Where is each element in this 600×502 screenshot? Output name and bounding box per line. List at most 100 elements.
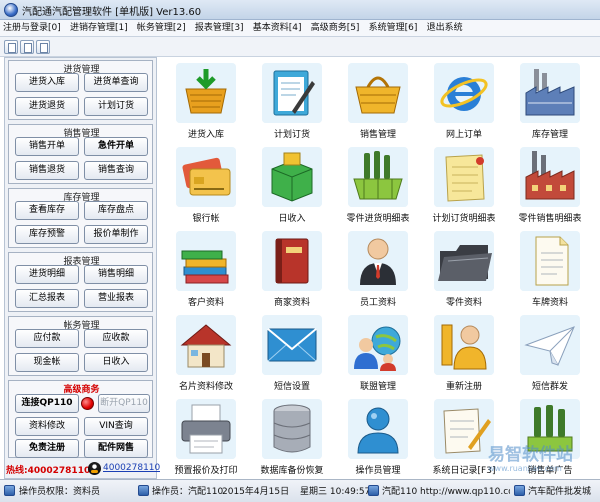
tile-plate-data[interactable]: 车牌资料: [510, 227, 590, 309]
tile-online-order[interactable]: 网上订单: [424, 59, 504, 141]
menu-system[interactable]: 系统管理[6]: [366, 20, 421, 37]
tile-merchant-data[interactable]: 商家资料: [252, 227, 332, 309]
tile-label: 零件资料: [445, 298, 482, 308]
stock-in-button[interactable]: 进货入库: [15, 73, 79, 92]
title-bar: 汽配通汽配管理软件 [单机版] Ver13.60: [0, 0, 600, 20]
sales-query-button[interactable]: 销售查询: [84, 161, 148, 180]
tile-daily-income[interactable]: 日收入: [252, 143, 332, 225]
tile-stock-manage[interactable]: 库存管理: [510, 59, 590, 141]
tile-parts-sales-detail[interactable]: 零件销售明细表: [510, 143, 590, 225]
tile-label: 短信设置: [273, 382, 310, 392]
disconnect-qp110-button[interactable]: 断开QP110: [98, 394, 150, 413]
new-document-icon[interactable]: [4, 40, 18, 54]
status-operator: 操作员：汽配110: [152, 487, 224, 497]
tile-re-register[interactable]: 重新注册: [424, 311, 504, 393]
bottles-crate-icon: [348, 147, 408, 207]
tile-parts-data[interactable]: 零件资料: [424, 227, 504, 309]
sales-detail-button[interactable]: 销售明细: [84, 265, 148, 284]
purchase-return-button[interactable]: 进货退货: [15, 97, 79, 116]
shopping-basket-icon: [348, 63, 408, 123]
tile-label: 计划订货: [273, 130, 310, 140]
menu-basic-data[interactable]: 基本资料[4]: [250, 20, 305, 37]
paper-plane-icon: [520, 315, 580, 375]
qq-penguin-icon[interactable]: [88, 462, 101, 475]
tile-db-backup[interactable]: 数据库备份恢复: [252, 395, 332, 477]
window-title: 汽配通汽配管理软件 [单机版] Ver13.60: [22, 7, 202, 18]
business-report-button[interactable]: 营业报表: [84, 289, 148, 308]
tile-employee-data[interactable]: 员工资料: [338, 227, 418, 309]
sales-order-button[interactable]: 销售开单: [15, 137, 79, 156]
menu-advanced-business[interactable]: 高级商务[5]: [308, 20, 363, 37]
daily-income-button[interactable]: 日收入: [84, 353, 148, 372]
receivables-button[interactable]: 应收款: [84, 329, 148, 348]
tile-operator-manage[interactable]: 操作员管理: [338, 395, 418, 477]
menu-exit[interactable]: 退出系统: [424, 20, 466, 37]
tile-stock-in[interactable]: 进货入库: [166, 59, 246, 141]
tile-plan-order[interactable]: 计划订货: [252, 59, 332, 141]
status-date: 2015年4月15日: [222, 487, 290, 497]
qq-link[interactable]: 4000278110: [103, 463, 160, 473]
menu-bar: 注册与登录[0] 进销存管理[1] 帐务管理[2] 报表管理[3] 基本资料[4…: [0, 20, 600, 37]
connect-qp110-button[interactable]: 连接QP110: [15, 394, 79, 413]
tile-label: 销售管理: [359, 130, 396, 140]
menu-inventory[interactable]: 进销存管理[1]: [67, 20, 131, 37]
purchase-detail-button[interactable]: 进货明细: [15, 265, 79, 284]
house-icon: [176, 315, 236, 375]
group-stock: 库存管理 查看库存 库存盘点 库存预警 报价单制作: [8, 188, 153, 248]
menu-reports[interactable]: 报表管理[3]: [192, 20, 247, 37]
tile-label: 短信群发: [531, 382, 568, 392]
parts-online-sale-button[interactable]: 配件网售: [84, 439, 148, 458]
view-stock-button[interactable]: 查看库存: [15, 201, 79, 220]
stock-count-button[interactable]: 库存盘点: [84, 201, 148, 220]
data-modify-button[interactable]: 资料修改: [15, 417, 79, 436]
open-document-icon[interactable]: [20, 40, 34, 54]
database-icon: [262, 399, 322, 459]
tile-quote-print[interactable]: 预置报价及打印: [166, 395, 246, 477]
printer-icon: [176, 399, 236, 459]
tile-customer-data[interactable]: 客户资料: [166, 227, 246, 309]
tile-label: 预置报价及打印: [174, 466, 238, 476]
group-advanced: 高级商务 连接QP110 断开QP110 资料修改 VIN查询 免责注册 配件网…: [8, 380, 153, 458]
status-site[interactable]: 汽配110 http://www.qp110.com: [382, 484, 510, 497]
tile-parts-purchase-detail[interactable]: 零件进货明细表: [338, 143, 418, 225]
app-logo-icon: [4, 3, 18, 17]
summary-report-button[interactable]: 汇总报表: [15, 289, 79, 308]
stock-alert-button[interactable]: 库存预警: [15, 225, 79, 244]
menu-register-login[interactable]: 注册与登录[0]: [0, 20, 64, 37]
books-icon: [176, 231, 236, 291]
tile-sms-broadcast[interactable]: 短信群发: [510, 311, 590, 393]
disclaimer-register-button[interactable]: 免责注册: [15, 439, 79, 458]
clipboard-pen-icon: [262, 63, 322, 123]
group-purchase: 进货管理 进货入库 进货单查询 进货退货 计划订货: [8, 60, 153, 120]
plan-order-button[interactable]: 计划订货: [84, 97, 148, 116]
sidebar: 进货管理 进货入库 进货单查询 进货退货 计划订货 销售管理 销售开单 急件开单…: [4, 57, 157, 479]
cash-account-button[interactable]: 现金帐: [15, 353, 79, 372]
tile-alliance[interactable]: 联盟管理: [338, 311, 418, 393]
sales-return-button[interactable]: 销售退货: [15, 161, 79, 180]
status-company: 汽车配件批发城: [528, 487, 592, 497]
toolbar: [0, 37, 600, 57]
urgent-order-button[interactable]: 急件开单: [84, 137, 148, 156]
tile-sms-settings[interactable]: 短信设置: [252, 311, 332, 393]
company-icon: [514, 485, 525, 496]
folder-icon: [434, 231, 494, 291]
copy-document-icon[interactable]: [36, 40, 50, 54]
menu-accounts[interactable]: 帐务管理[2]: [134, 20, 189, 37]
purchase-query-button[interactable]: 进货单查询: [84, 73, 148, 92]
warehouse-icon: [520, 63, 580, 123]
payables-button[interactable]: 应付款: [15, 329, 79, 348]
tile-label: 数据库备份恢复: [260, 466, 324, 476]
tile-plan-order-detail[interactable]: 计划订货明细表: [424, 143, 504, 225]
tile-label: 客户资料: [187, 298, 224, 308]
money-box-icon: [262, 147, 322, 207]
tile-sales[interactable]: 销售管理: [338, 59, 418, 141]
connection-status-icon: [81, 397, 94, 410]
vin-query-button[interactable]: VIN查询: [84, 417, 148, 436]
tile-bank-account[interactable]: 银行帐: [166, 143, 246, 225]
tile-label: 零件销售明细表: [518, 214, 582, 224]
tile-card-modify[interactable]: 名片资料修改: [166, 311, 246, 393]
group-accounts: 帐务管理 应付款 应收款 现金帐 日收入: [8, 316, 153, 376]
tile-label: 员工资料: [359, 298, 396, 308]
quote-make-button[interactable]: 报价单制作: [84, 225, 148, 244]
tile-label: 重新注册: [445, 382, 482, 392]
